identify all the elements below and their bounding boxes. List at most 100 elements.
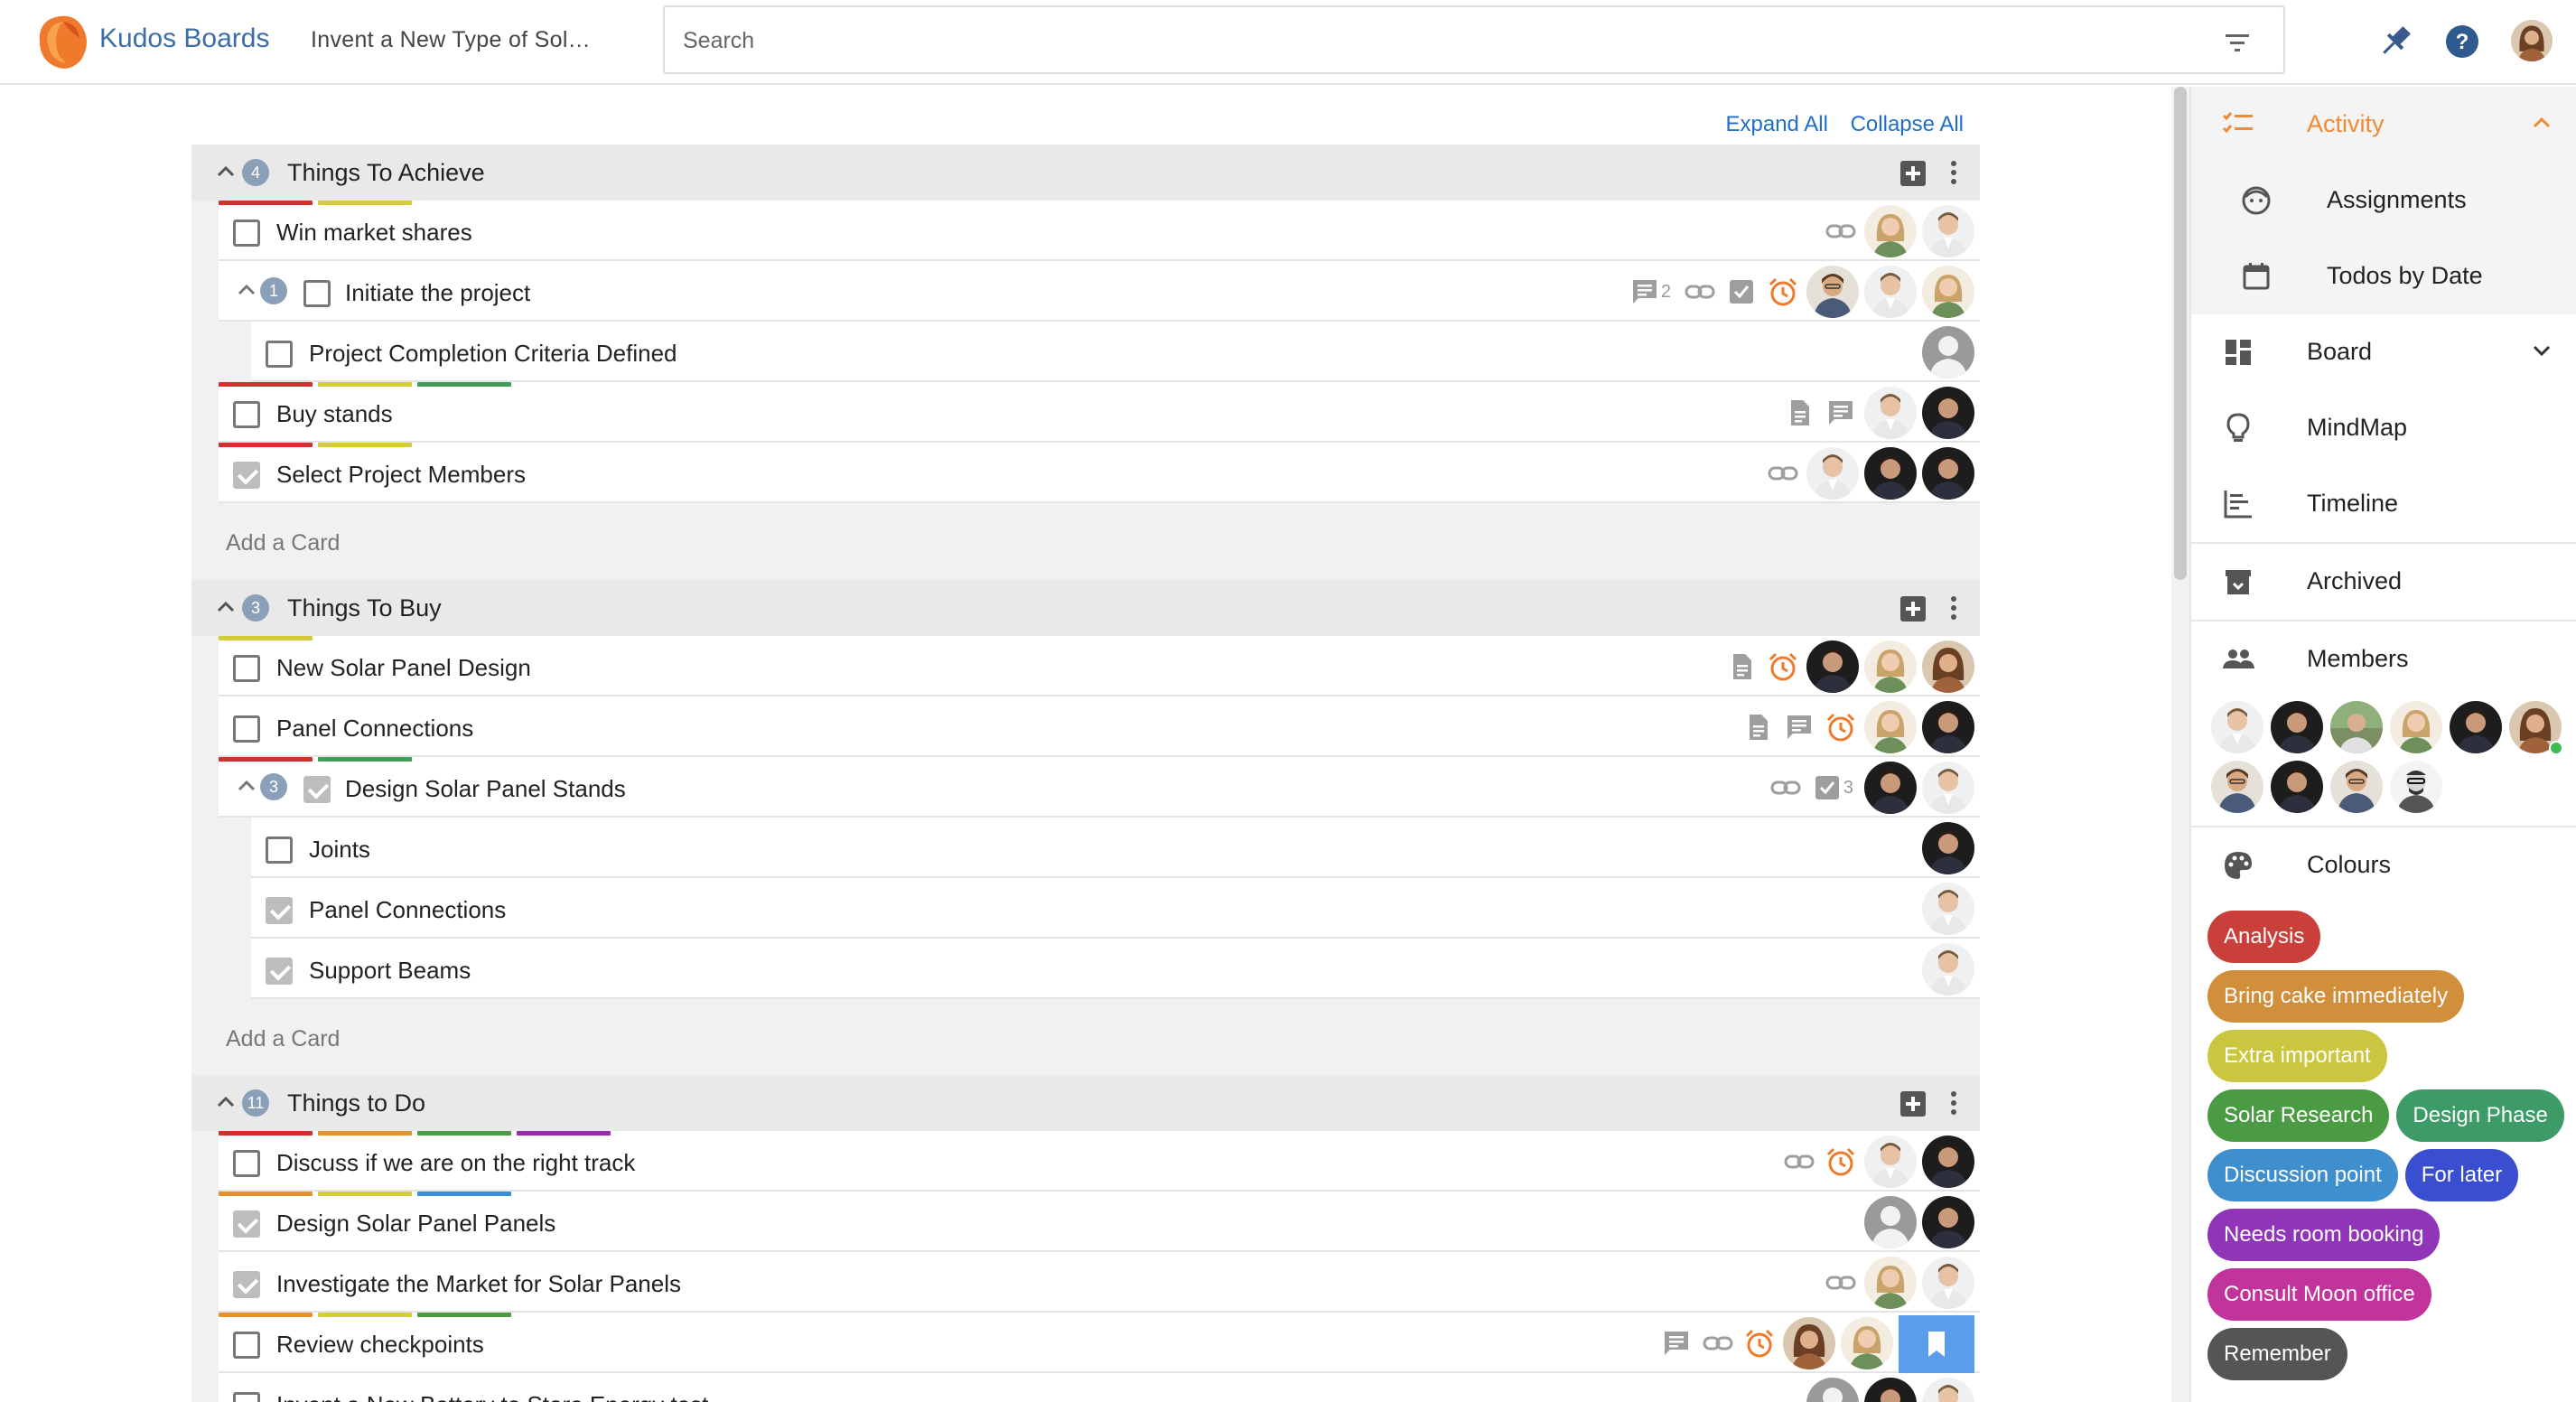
chevron-down-icon[interactable] — [2531, 341, 2553, 360]
member-avatar[interactable] — [2389, 760, 2443, 814]
card-checkbox[interactable] — [266, 958, 293, 985]
card[interactable]: Discuss if we are on the right track — [219, 1131, 1980, 1192]
card[interactable]: 1 Initiate the project 2 — [219, 261, 1980, 322]
avatar[interactable] — [1922, 640, 1974, 693]
colour-chip[interactable]: Solar Research — [2207, 1089, 2390, 1142]
card[interactable]: Select Project Members — [219, 443, 1980, 503]
avatar[interactable] — [1922, 701, 1974, 753]
group-title[interactable]: Things to Do — [287, 1089, 425, 1117]
card-checkbox[interactable] — [233, 1271, 260, 1298]
card-checkbox[interactable] — [233, 1332, 260, 1359]
card-checkbox[interactable] — [266, 341, 293, 368]
user-avatar[interactable] — [2511, 20, 2553, 61]
colour-chip[interactable]: Discussion point — [2207, 1149, 2398, 1201]
colour-chip[interactable]: Design Phase — [2396, 1089, 2564, 1142]
avatar[interactable] — [1922, 447, 1974, 500]
chevron-up-icon[interactable] — [2531, 114, 2553, 132]
avatar[interactable] — [1922, 822, 1974, 874]
nav-mindmap[interactable]: MindMap — [2191, 390, 2576, 466]
card-checkbox[interactable] — [233, 462, 260, 489]
avatar[interactable] — [1922, 205, 1974, 257]
card-checkbox[interactable] — [233, 401, 260, 428]
chevron-up-icon[interactable] — [237, 281, 257, 299]
avatar[interactable] — [1864, 762, 1917, 814]
nav-todos-by-date[interactable]: Todos by Date — [2191, 238, 2576, 314]
avatar[interactable] — [1864, 205, 1917, 257]
card-checkbox[interactable] — [233, 1150, 260, 1177]
card[interactable]: 3 Design Solar Panel Stands 3 — [219, 757, 1980, 818]
card-checkbox[interactable] — [303, 280, 331, 307]
nav-assignments[interactable]: Assignments — [2191, 163, 2576, 238]
add-card-button[interactable]: Add a Card — [191, 503, 1980, 583]
avatar[interactable] — [1864, 701, 1917, 753]
card-checkbox[interactable] — [266, 837, 293, 864]
card[interactable]: Win market shares — [219, 201, 1980, 261]
card[interactable]: Design Solar Panel Panels — [219, 1192, 1980, 1252]
card[interactable]: Panel Connections — [219, 696, 1980, 757]
card-checkbox[interactable] — [233, 1392, 260, 1402]
colour-chip[interactable]: Needs room booking — [2207, 1209, 2441, 1261]
nav-board[interactable]: Board — [2191, 314, 2576, 390]
avatar[interactable] — [1864, 1257, 1917, 1309]
nav-timeline[interactable]: Timeline — [2191, 466, 2576, 542]
subtask-card[interactable]: Panel Connections — [251, 878, 1980, 939]
board-title[interactable]: Invent a New Type of Sol… — [311, 27, 591, 53]
avatar[interactable] — [1864, 1136, 1917, 1188]
chevron-up-icon[interactable] — [215, 598, 237, 616]
member-avatar[interactable] — [2330, 701, 2383, 753]
avatar[interactable] — [1806, 1378, 1859, 1402]
nav-archived[interactable]: Archived — [2191, 544, 2576, 620]
nav-activity[interactable]: Activity — [2191, 87, 2576, 163]
avatar[interactable] — [1922, 266, 1974, 318]
card-checkbox[interactable] — [233, 715, 260, 743]
card[interactable]: Investigate the Market for Solar Panels — [219, 1252, 1980, 1313]
help-icon[interactable]: ? — [2439, 18, 2486, 65]
avatar[interactable] — [1922, 1257, 1974, 1309]
subtask-card[interactable]: Joints — [251, 818, 1980, 878]
add-card-icon[interactable] — [1900, 1091, 1926, 1117]
avatar[interactable] — [1841, 1317, 1893, 1369]
member-avatar[interactable] — [2509, 701, 2563, 755]
colour-chip[interactable]: Analysis — [2207, 911, 2321, 963]
avatar[interactable] — [1806, 266, 1859, 318]
subtask-card[interactable]: Project Completion Criteria Defined — [251, 322, 1980, 382]
avatar[interactable] — [1864, 1378, 1917, 1402]
member-avatar[interactable] — [2450, 701, 2502, 753]
card-checkbox[interactable] — [233, 655, 260, 682]
chevron-up-icon[interactable] — [215, 163, 237, 181]
member-avatar[interactable] — [2390, 701, 2442, 753]
colour-chip[interactable]: For later — [2404, 1149, 2519, 1201]
card-checkbox[interactable] — [266, 897, 293, 924]
avatar[interactable] — [1922, 762, 1974, 814]
avatar[interactable] — [1806, 640, 1859, 693]
scrollbar-thumb[interactable] — [2174, 87, 2187, 580]
member-avatar[interactable] — [2329, 760, 2384, 814]
add-card-button[interactable]: Add a Card — [191, 999, 1980, 1079]
avatar[interactable] — [1864, 387, 1917, 439]
nav-colours[interactable]: Colours — [2191, 827, 2576, 903]
colour-chip[interactable]: Extra important — [2207, 1030, 2387, 1082]
member-avatar[interactable] — [2271, 761, 2323, 813]
expand-all-link[interactable]: Expand All — [1726, 112, 1828, 136]
avatar[interactable] — [1864, 640, 1917, 693]
kudos-logo-icon[interactable] — [33, 11, 96, 74]
chevron-up-icon[interactable] — [237, 777, 257, 795]
card[interactable]: Review checkpoints — [219, 1313, 1980, 1373]
app-name[interactable]: Kudos Boards — [99, 23, 269, 54]
avatar[interactable] — [1922, 883, 1974, 935]
member-avatar[interactable] — [2271, 701, 2323, 753]
colour-chip[interactable]: Bring cake immediately — [2207, 970, 2465, 1023]
avatar[interactable] — [1864, 447, 1917, 500]
avatar[interactable] — [1922, 1378, 1974, 1402]
bookmark-icon[interactable] — [1899, 1315, 1974, 1373]
filter-icon[interactable] — [2220, 27, 2254, 58]
card[interactable]: New Solar Panel Design — [219, 636, 1980, 696]
card[interactable]: Buy stands — [219, 382, 1980, 443]
avatar[interactable] — [1922, 1196, 1974, 1248]
avatar[interactable] — [1922, 943, 1974, 995]
collapse-all-link[interactable]: Collapse All — [1851, 112, 1964, 136]
colour-chip[interactable]: Consult Moon office — [2207, 1268, 2431, 1321]
group-title[interactable]: Things To Achieve — [287, 159, 485, 187]
avatar[interactable] — [1864, 1196, 1917, 1248]
add-card-icon[interactable] — [1900, 596, 1926, 622]
